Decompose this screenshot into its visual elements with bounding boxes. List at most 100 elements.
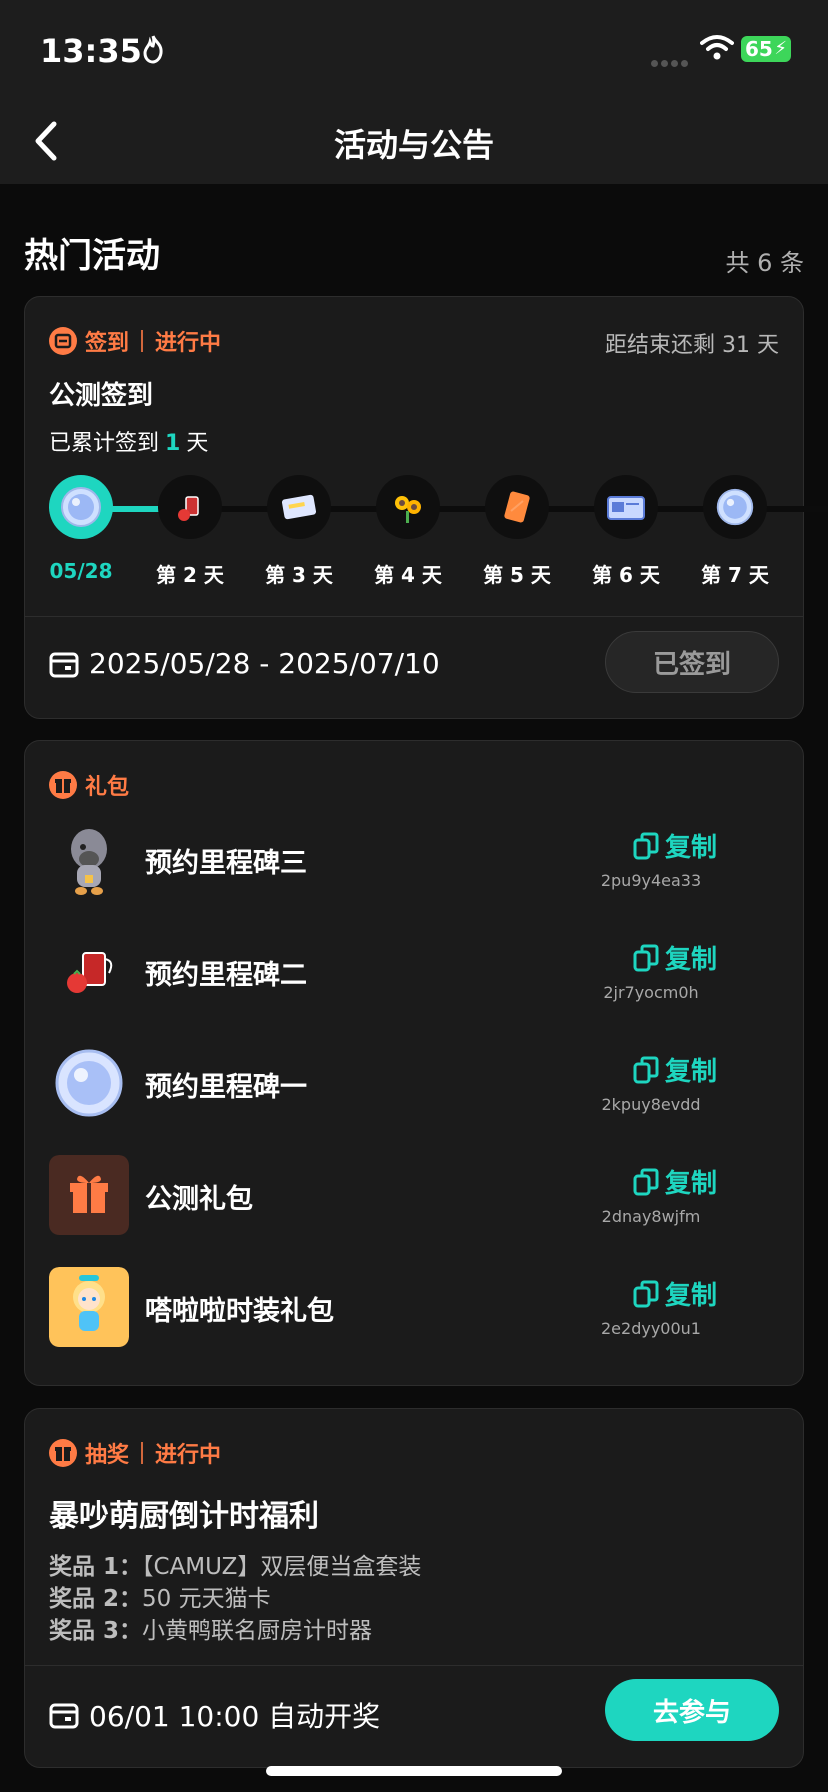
- day-label: 第 6 天: [592, 563, 660, 587]
- checkin-date-range: 2025/05/28 - 2025/07/10: [89, 647, 440, 680]
- checkin-timeline: [49, 475, 828, 543]
- copy-icon: [633, 944, 659, 971]
- gift-code: 2pu9y4ea33: [600, 871, 702, 890]
- checkin-remaining: 距结束还剩 31 天: [605, 333, 779, 358]
- checkin-tag-row: 签到 进行中: [49, 325, 221, 357]
- copy-button[interactable]: 复制: [633, 1275, 717, 1312]
- gift-name: 预约里程碑三: [145, 848, 307, 879]
- checkin-tag: 签到: [85, 331, 130, 356]
- gift-name: 嗒啦啦时装礼包: [145, 1296, 334, 1327]
- battery-indicator: 65 ⚡: [741, 36, 791, 62]
- gift-name: 预约里程碑一: [145, 1072, 307, 1103]
- day-5-book-icon[interactable]: [485, 475, 549, 539]
- day-label: 第 7 天: [701, 563, 769, 587]
- lottery-draw-time: 06/01 10:00 自动开奖: [89, 1700, 381, 1733]
- lottery-tag: 抽奖: [85, 1443, 130, 1468]
- day-labels: 05/28 第 2 天 第 3 天 第 4 天 第 5 天 第 6 天 第 7 …: [25, 559, 805, 589]
- gift-name: 公测礼包: [145, 1184, 253, 1215]
- copy-button[interactable]: 复制: [633, 1163, 717, 1200]
- gift-code: 2kpuy8evdd: [601, 1095, 701, 1114]
- prize-text: 【CAMUZ】双层便当盒套装: [142, 1554, 422, 1580]
- prize-label: 奖品 3：: [49, 1618, 143, 1644]
- gift-tag: 礼包: [85, 775, 130, 800]
- copy-icon: [633, 1168, 659, 1195]
- gift-item: 公测礼包 复制 2dnay8wjfm: [49, 1155, 781, 1235]
- day-2-juice-icon[interactable]: [158, 475, 222, 539]
- section-title: 热门活动: [24, 236, 160, 276]
- day-4-sunflower-icon[interactable]: [376, 475, 440, 539]
- gift-item: 嗒啦啦时装礼包 复制 2e2dyy00u1: [49, 1267, 781, 1347]
- copy-icon: [633, 1280, 659, 1307]
- page-title: 活动与公告: [333, 126, 494, 164]
- checkin-tag-icon: [49, 327, 77, 355]
- copy-label: 复制: [664, 1057, 717, 1087]
- checkin-progress-suffix: 天: [186, 431, 209, 456]
- copy-button[interactable]: 复制: [633, 939, 717, 976]
- gift-item: 预约里程碑二 复制 2jr7yocm0h: [49, 931, 781, 1011]
- prize-line: 奖品 1：【CAMUZ】双层便当盒套装: [49, 1547, 421, 1581]
- prize-label: 奖品 1：: [49, 1554, 143, 1580]
- prize-label: 奖品 2：: [49, 1586, 143, 1612]
- prize-line: 奖品 2：50 元天猫卡: [49, 1579, 271, 1613]
- prize-text: 小黄鸭联名厨房计时器: [142, 1618, 373, 1644]
- day-label: 第 3 天: [265, 563, 333, 587]
- gift-item: 预约里程碑三 复制 2pu9y4ea33: [49, 819, 781, 899]
- gift-code: 2e2dyy00u1: [601, 1319, 701, 1338]
- plate-icon: [55, 1049, 123, 1117]
- gift-icon: [49, 1155, 129, 1235]
- divider: [25, 616, 803, 617]
- home-indicator: [266, 1766, 562, 1776]
- copy-label: 复制: [664, 1169, 717, 1199]
- gift-name: 预约里程碑二: [145, 960, 307, 991]
- gift-tag-icon: [49, 771, 77, 799]
- gift-code: 2dnay8wjfm: [601, 1207, 701, 1226]
- calendar-icon: [49, 652, 79, 677]
- calendar-icon: [49, 1703, 79, 1729]
- lottery-title: 暴吵萌厨倒计时福利: [49, 1499, 319, 1534]
- gift-item: 预约里程碑一 复制 2kpuy8evdd: [49, 1043, 781, 1123]
- lottery-date-row: 06/01 10:00 自动开奖: [49, 1695, 380, 1735]
- day-label: 05/28: [49, 559, 113, 583]
- copy-icon: [633, 832, 659, 859]
- checkin-date-row: 2025/05/28 - 2025/07/10: [49, 647, 440, 680]
- copy-label: 复制: [664, 1281, 717, 1311]
- copy-label: 复制: [664, 833, 717, 863]
- checkin-status: 进行中: [155, 331, 222, 356]
- battery-level: 65: [745, 37, 773, 61]
- checkin-progress-count: 1: [165, 431, 181, 456]
- prize-line: 奖品 3：小黄鸭联名厨房计时器: [49, 1611, 372, 1645]
- copy-label: 复制: [664, 945, 717, 975]
- day-7-plate-icon[interactable]: [703, 475, 767, 539]
- juice-icon: [67, 952, 113, 993]
- checkin-progress-prefix: 已累计签到: [49, 431, 160, 456]
- lottery-tag-icon: [49, 1439, 77, 1467]
- mascot-icon: [71, 829, 107, 895]
- copy-icon: [633, 1056, 659, 1083]
- section-count: 共 6 条: [725, 249, 804, 277]
- day-label: 第 4 天: [374, 563, 442, 587]
- signed-button[interactable]: 已签到: [605, 631, 779, 693]
- copy-button[interactable]: 复制: [633, 827, 717, 864]
- day-1-plate-icon[interactable]: [49, 475, 113, 539]
- character-icon: [49, 1267, 129, 1347]
- lottery-status: 进行中: [155, 1443, 222, 1468]
- gift-tag-row: 礼包: [49, 769, 129, 801]
- day-3-card-icon[interactable]: [267, 475, 331, 539]
- copy-button[interactable]: 复制: [633, 1051, 717, 1088]
- day-label: 第 5 天: [483, 563, 551, 587]
- join-button[interactable]: 去参与: [605, 1679, 779, 1741]
- checkin-card[interactable]: 签到 进行中 距结束还剩 31 天 公测签到 已累计签到 1 天 05/28 第…: [24, 296, 828, 719]
- day-6-badge-icon[interactable]: [594, 475, 658, 539]
- divider: [25, 1665, 803, 1666]
- lottery-tag-row: 抽奖 进行中: [49, 1437, 221, 1469]
- gift-card: 礼包 预约里程碑三 复制 2pu9y4ea33 预约里程碑二 复制 2jr7yo…: [24, 740, 804, 1386]
- flame-icon: [143, 35, 163, 64]
- status-time: 13:35: [40, 32, 142, 70]
- charging-bolt-icon: ⚡: [774, 38, 787, 59]
- status-bar: 13:35 65 ⚡: [0, 0, 828, 100]
- prize-text: 50 元天猫卡: [142, 1586, 271, 1612]
- signal-dots-icon: [651, 52, 691, 71]
- checkin-progress: 已累计签到 1 天: [49, 425, 208, 457]
- day-label: 第 2 天: [156, 563, 224, 587]
- lottery-card[interactable]: 抽奖 进行中 暴吵萌厨倒计时福利 奖品 1：【CAMUZ】双层便当盒套装 奖品 …: [24, 1408, 804, 1768]
